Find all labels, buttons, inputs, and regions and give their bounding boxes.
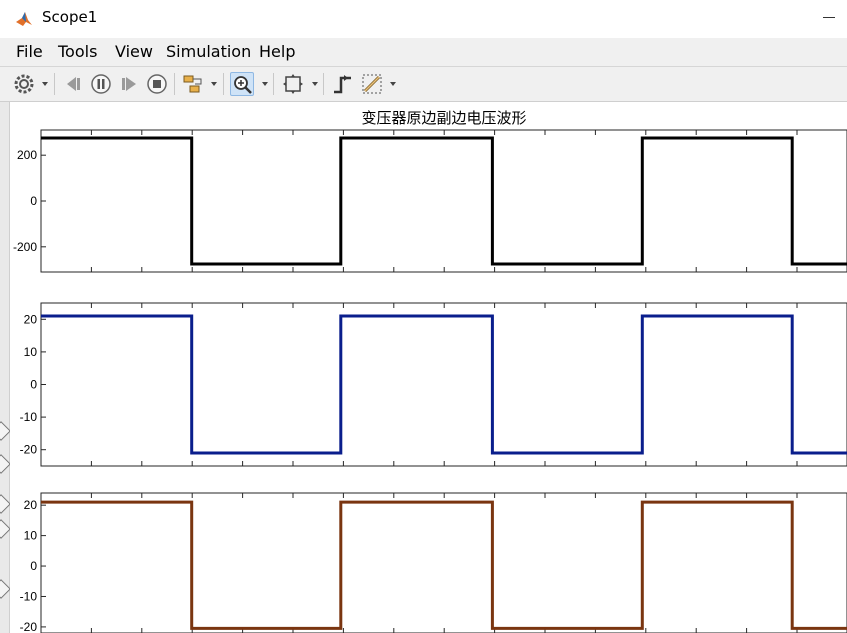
- scope-axes-container[interactable]: 200 0 -200 变压器原边副边电压波形 20 10 0 -10 -20 20 10 0 -10 -2…: [10, 102, 847, 633]
- y-tick-label: -20: [20, 443, 38, 457]
- y-tick-label: 0: [30, 559, 37, 573]
- stop-icon[interactable]: [145, 72, 169, 96]
- gear-dropdown-caret[interactable]: [42, 82, 48, 86]
- step-forward-icon[interactable]: [117, 72, 141, 96]
- toolbar-separator: [174, 73, 175, 95]
- background-window-strip: [0, 102, 11, 633]
- zoom-icon[interactable]: [230, 72, 254, 96]
- triggers-icon[interactable]: [331, 72, 355, 96]
- axes-box: [40, 129, 847, 273]
- menu-tools[interactable]: Tools: [58, 42, 97, 61]
- matlab-logo-icon: [16, 12, 32, 26]
- y-tick-label: 0: [30, 194, 37, 208]
- y-tick-label: 20: [24, 312, 38, 326]
- menu-bar: File Tools View Simulation Help: [0, 38, 847, 66]
- menu-simulation[interactable]: Simulation: [166, 42, 251, 61]
- cursor-measurements-icon[interactable]: [360, 72, 384, 96]
- highlight-block-icon[interactable]: [181, 72, 205, 96]
- y-tick-label: -200: [13, 240, 37, 254]
- axes-box: [40, 302, 847, 467]
- y-tick-label: 10: [24, 529, 38, 543]
- y-tick-label: 200: [17, 148, 37, 162]
- y-tick-label: -10: [20, 410, 38, 424]
- menu-view[interactable]: View: [115, 42, 153, 61]
- fit-to-view-icon[interactable]: [281, 72, 305, 96]
- y-tick-label: -10: [20, 589, 38, 603]
- window-titlebar: Scope1: [0, 0, 847, 38]
- measurements-dropdown-caret[interactable]: [390, 82, 396, 86]
- y-tick-label: 10: [24, 345, 38, 359]
- toolbar-separator: [273, 73, 274, 95]
- toolbar: [0, 66, 847, 102]
- y-tick-label: -20: [20, 620, 38, 633]
- step-back-icon[interactable]: [62, 72, 86, 96]
- highlight-dropdown-caret[interactable]: [211, 82, 217, 86]
- pause-icon[interactable]: [89, 72, 113, 96]
- toolbar-separator: [323, 73, 324, 95]
- y-tick-label: 0: [30, 378, 37, 392]
- scope-plot-area[interactable]: 200 0 -200 变压器原边副边电压波形 20 10 0 -10 -20 20 10 0 -10 -2…: [10, 102, 847, 633]
- plot-title: 变压器原边副边电压波形: [361, 109, 526, 127]
- menu-file[interactable]: File: [16, 42, 43, 61]
- y-tick-label: 20: [24, 498, 38, 512]
- axes-box: [40, 492, 847, 633]
- minimize-icon[interactable]: [823, 17, 835, 18]
- zoom-dropdown-caret[interactable]: [262, 82, 268, 86]
- window-title: Scope1: [42, 8, 98, 26]
- menu-help[interactable]: Help: [259, 42, 295, 61]
- fit-dropdown-caret[interactable]: [312, 82, 318, 86]
- gear-icon[interactable]: [12, 72, 36, 96]
- toolbar-separator: [223, 73, 224, 95]
- toolbar-separator: [54, 73, 55, 95]
